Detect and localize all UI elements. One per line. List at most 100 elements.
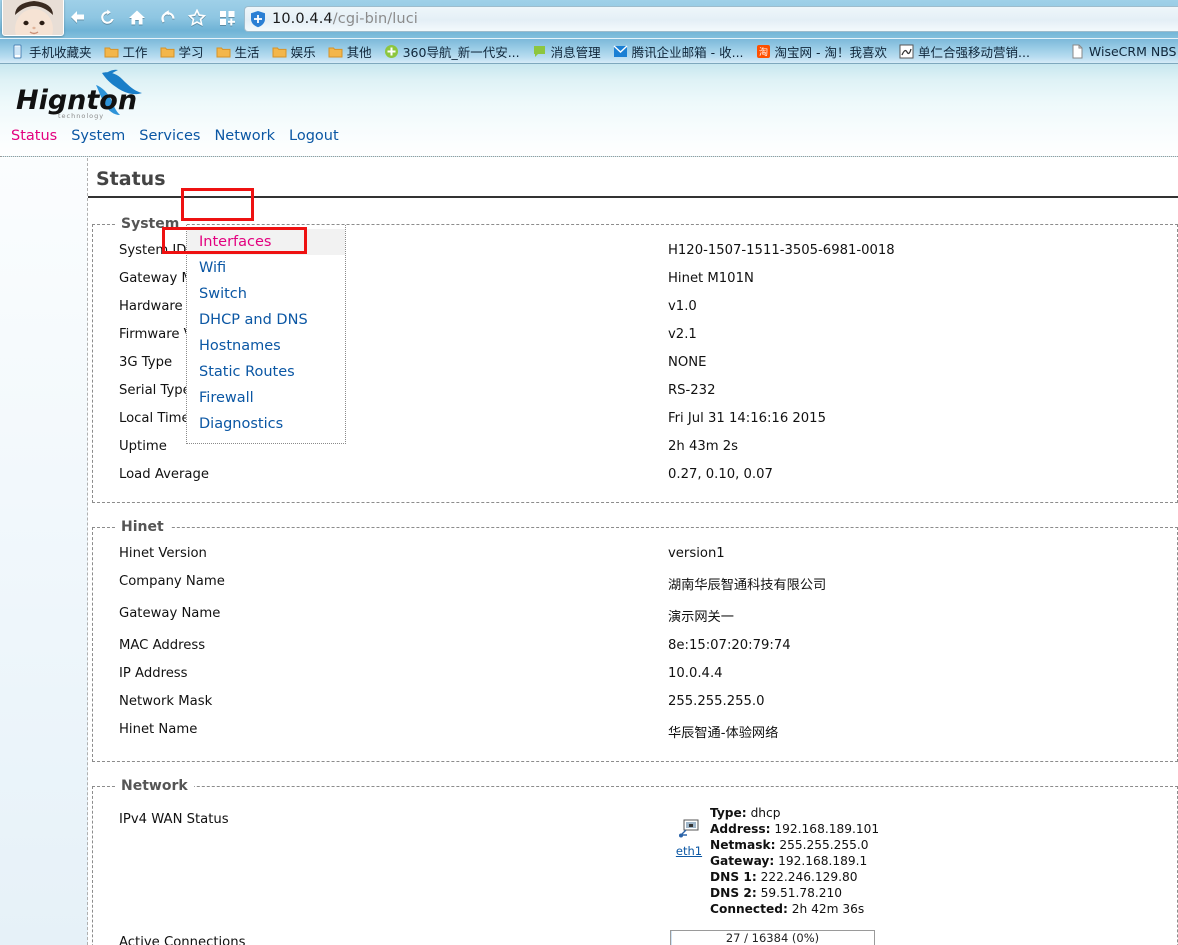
wan-detail-row: DNS 2: 59.51.78.210 bbox=[710, 885, 879, 901]
row-value: 10.0.4.4 bbox=[668, 659, 1177, 687]
table-row: MAC Address 8e:15:07:20:79:74 bbox=[93, 631, 1177, 659]
table-row: IP Address 10.0.4.4 bbox=[93, 659, 1177, 687]
dropdown-item-dhcp-and-dns[interactable]: DHCP and DNS bbox=[187, 307, 345, 333]
nav-item-logout[interactable]: Logout bbox=[282, 126, 346, 146]
detail-value: 59.51.78.210 bbox=[761, 886, 842, 900]
security-shield-icon bbox=[249, 10, 267, 28]
row-value: NONE bbox=[668, 348, 1177, 376]
address-bar[interactable]: 10.0.4.4/cgi-bin/luci bbox=[244, 6, 1178, 32]
row-value: Hinet M101N bbox=[668, 264, 1177, 292]
dropdown-item-diagnostics[interactable]: Diagnostics bbox=[187, 411, 345, 437]
row-key: Gateway Model bbox=[93, 264, 668, 292]
main-navigation: Status System Services Network Logout bbox=[4, 126, 346, 146]
progress-label: 27 / 16384 (0%) bbox=[671, 931, 874, 945]
bookmark-item[interactable]: WiseCRM NBS - ... bbox=[1064, 39, 1178, 64]
row-key: Gateway Name bbox=[93, 599, 668, 631]
row-value: eth1 Type: dhcp Address: 192.168.189.101… bbox=[668, 798, 1177, 923]
nav-item-status[interactable]: Status bbox=[4, 126, 64, 146]
url-path: /cgi-bin/luci bbox=[333, 11, 418, 27]
dropdown-item-firewall[interactable]: Firewall bbox=[187, 385, 345, 411]
row-value: v1.0 bbox=[668, 292, 1177, 320]
wan-detail-row: Netmask: 255.255.255.0 bbox=[710, 837, 879, 853]
browser-chrome: 10.0.4.4/cgi-bin/luci 手机收藏夹 工作 学习 bbox=[0, 0, 1178, 64]
nav-item-network[interactable]: Network bbox=[207, 126, 282, 146]
row-value: Fri Jul 31 14:16:16 2015 bbox=[668, 404, 1177, 432]
row-key: Hinet Version bbox=[93, 539, 668, 567]
home-icon[interactable] bbox=[126, 4, 148, 30]
wan-detail-row: DNS 1: 222.246.129.80 bbox=[710, 869, 879, 885]
row-value: H120-1507-1511-3505-6981-0018 bbox=[668, 236, 1177, 264]
wan-detail-row: Type: dhcp bbox=[710, 805, 879, 821]
section-legend: Hinet bbox=[115, 519, 170, 535]
row-key: Hinet Name bbox=[93, 715, 668, 747]
row-value: 演示网关一 bbox=[668, 599, 1177, 631]
bookmark-item[interactable]: 工作 bbox=[98, 39, 154, 64]
bookmark-label: 手机收藏夹 bbox=[29, 42, 92, 61]
folder-icon bbox=[104, 44, 119, 59]
bookmark-item[interactable]: 娱乐 bbox=[266, 39, 322, 64]
active-connections-progress: 27 / 16384 (0%) bbox=[670, 930, 875, 945]
folder-icon bbox=[160, 44, 175, 59]
bookmark-item[interactable]: 学习 bbox=[154, 39, 210, 64]
apps-grid-icon[interactable] bbox=[216, 4, 238, 30]
dropdown-item-switch[interactable]: Switch bbox=[187, 281, 345, 307]
star-icon[interactable] bbox=[186, 4, 208, 30]
bookmark-label: 腾讯企业邮箱 - 收... bbox=[632, 42, 744, 61]
bookmark-label: 其他 bbox=[347, 42, 372, 61]
dropdown-item-hostnames[interactable]: Hostnames bbox=[187, 333, 345, 359]
row-key: IPv4 WAN Status bbox=[93, 798, 668, 923]
dropdown-item-static-routes[interactable]: Static Routes bbox=[187, 359, 345, 385]
section-network: Network IPv4 WAN Status bbox=[92, 778, 1178, 945]
undo-icon[interactable] bbox=[156, 4, 178, 30]
svg-text:淘: 淘 bbox=[759, 46, 768, 58]
table-row: Network Mask 255.255.255.0 bbox=[93, 687, 1177, 715]
network-table: IPv4 WAN Status bbox=[93, 798, 1177, 945]
row-key: Uptime bbox=[93, 432, 668, 460]
svg-text:technology: technology bbox=[58, 112, 104, 120]
nav-item-services[interactable]: Services bbox=[132, 126, 207, 146]
bookmark-label: 消息管理 bbox=[551, 42, 601, 61]
row-value: version1 bbox=[668, 539, 1177, 567]
dropdown-item-wifi[interactable]: Wifi bbox=[187, 255, 345, 281]
dropdown-item-interfaces[interactable]: Interfaces bbox=[187, 229, 345, 255]
bookmark-item[interactable]: 生活 bbox=[210, 39, 266, 64]
hinet-table: Hinet Version version1 Company Name 湖南华辰… bbox=[93, 539, 1177, 747]
row-value: RS-232 bbox=[668, 376, 1177, 404]
row-value: 湖南华辰智通科技有限公司 bbox=[668, 567, 1177, 599]
row-value: 0.27, 0.10, 0.07 bbox=[668, 460, 1177, 488]
bookmark-item[interactable]: 其他 bbox=[322, 39, 378, 64]
row-key: Serial Type bbox=[93, 376, 668, 404]
wan-detail-row: Connected: 2h 42m 36s bbox=[710, 901, 879, 917]
detail-value: 192.168.189.1 bbox=[778, 854, 867, 868]
detail-value: 2h 42m 36s bbox=[792, 902, 864, 916]
address-bar-text: 10.0.4.4/cgi-bin/luci bbox=[272, 11, 418, 27]
bookmark-label: WiseCRM NBS - ... bbox=[1089, 44, 1178, 59]
bookmark-item[interactable]: 单仁合强移动营销... bbox=[893, 39, 1036, 64]
phone-icon bbox=[10, 44, 25, 59]
avatar[interactable] bbox=[2, 0, 64, 36]
bookmark-item[interactable]: 消息管理 bbox=[526, 39, 607, 64]
brand-logo[interactable]: Hignton technology bbox=[10, 69, 150, 124]
detail-label: DNS 2: bbox=[710, 886, 757, 900]
detail-label: Type: bbox=[710, 806, 747, 820]
detail-value: 255.255.255.0 bbox=[779, 838, 868, 852]
detail-label: DNS 1: bbox=[710, 870, 757, 884]
wan-interface-link[interactable]: eth1 bbox=[668, 844, 710, 858]
back-arrow-icon[interactable] bbox=[66, 4, 88, 30]
wan-status-block: eth1 Type: dhcp Address: 192.168.189.101… bbox=[668, 805, 1177, 917]
mail-icon bbox=[613, 44, 628, 59]
bookmark-item[interactable]: 手机收藏夹 bbox=[4, 39, 98, 64]
row-value: v2.1 bbox=[668, 320, 1177, 348]
nav-item-system[interactable]: System bbox=[64, 126, 132, 146]
row-key: System ID bbox=[93, 236, 668, 264]
row-value: 华辰智通-体验网络 bbox=[668, 715, 1177, 747]
bookmark-label: 学习 bbox=[179, 42, 204, 61]
bookmark-item[interactable]: 腾讯企业邮箱 - 收... bbox=[607, 39, 750, 64]
wan-interface[interactable]: eth1 bbox=[668, 805, 710, 858]
bookmark-item[interactable]: 360导航_新一代安... bbox=[378, 39, 526, 64]
row-key: Active Connections bbox=[93, 923, 668, 945]
bookmark-item[interactable]: 淘 淘宝网 - 淘！我喜欢 bbox=[750, 39, 893, 64]
360-icon bbox=[384, 44, 399, 59]
detail-label: Gateway: bbox=[710, 854, 774, 868]
reload-icon[interactable] bbox=[96, 4, 118, 30]
